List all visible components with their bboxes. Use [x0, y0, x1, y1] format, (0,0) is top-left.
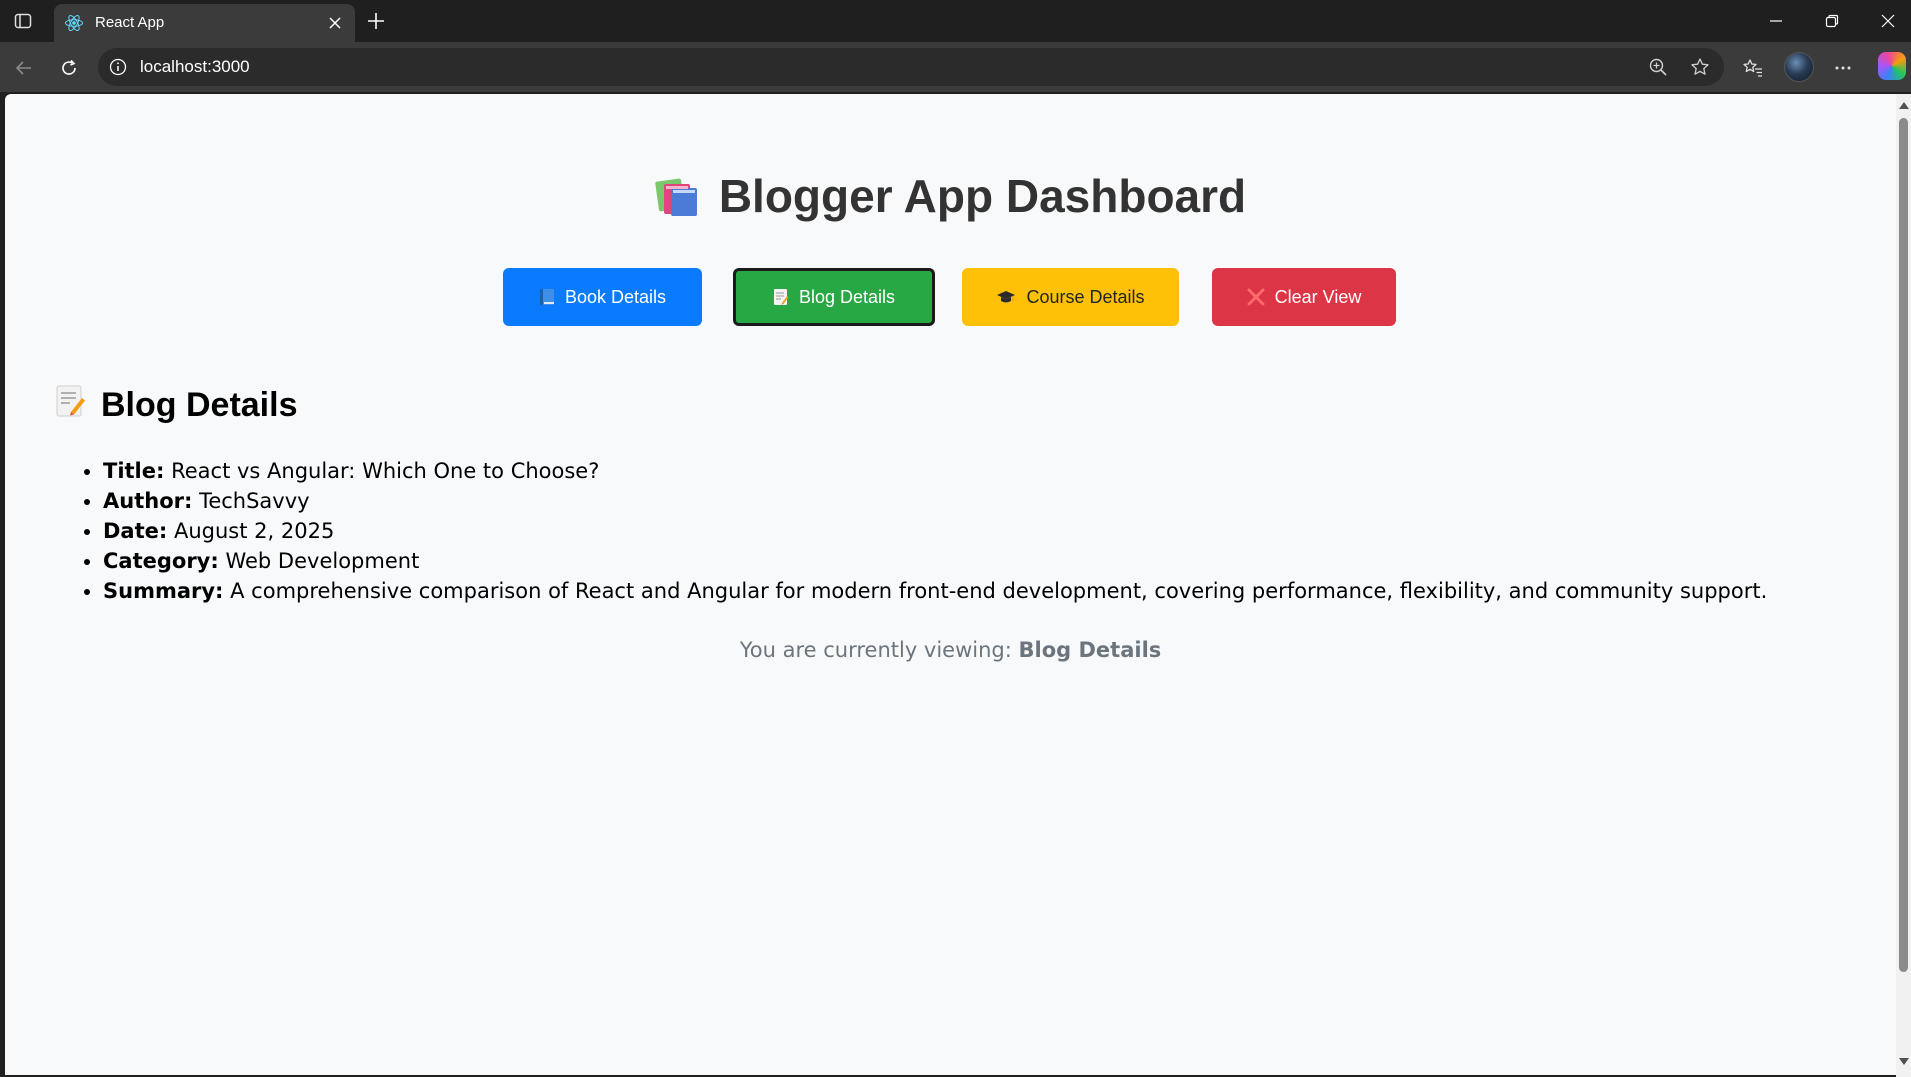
- close-window-icon[interactable]: [1864, 6, 1911, 36]
- react-logo-icon: [64, 13, 84, 33]
- clear-view-button[interactable]: Clear View: [1212, 268, 1396, 326]
- detail-label: Category:: [103, 549, 219, 573]
- memo-icon: [773, 288, 789, 306]
- detail-value: TechSavvy: [199, 489, 310, 513]
- detail-label: Summary:: [103, 579, 224, 603]
- sidebar-toggle-icon[interactable]: [12, 10, 34, 32]
- detail-value: React vs Angular: Which One to Choose?: [171, 459, 600, 483]
- copilot-icon[interactable]: [1878, 52, 1906, 80]
- books-icon: [655, 174, 701, 218]
- reload-icon[interactable]: [53, 52, 85, 84]
- list-item: Title: React vs Angular: Which One to Ch…: [103, 456, 1767, 486]
- detail-label: Title:: [103, 459, 165, 483]
- tab-title: React App: [95, 14, 165, 31]
- cross-mark-icon: [1247, 288, 1265, 306]
- detail-value: A comprehensive comparison of React and …: [230, 579, 1768, 603]
- list-item: Summary: A comprehensive comparison of R…: [103, 576, 1767, 606]
- favorites-icon[interactable]: [1737, 52, 1769, 84]
- browser-tab[interactable]: React App: [54, 4, 355, 42]
- address-bar[interactable]: localhost:3000: [98, 48, 1724, 86]
- page-title-text: Blogger App Dashboard: [718, 170, 1247, 222]
- graduation-cap-icon: [996, 289, 1016, 305]
- section-title: Blog Details: [55, 384, 297, 427]
- page-viewport: Blogger App Dashboard Book Details Blog …: [5, 94, 1896, 1075]
- blog-details-button[interactable]: Blog Details: [733, 268, 935, 326]
- viewing-value: Blog Details: [1018, 638, 1162, 662]
- restore-window-icon[interactable]: [1808, 6, 1856, 36]
- list-item: Category: Web Development: [103, 546, 1767, 576]
- detail-label: Author:: [103, 489, 193, 513]
- url-text: localhost:3000: [140, 57, 250, 76]
- favorite-star-icon[interactable]: [1688, 55, 1712, 79]
- scroll-down-arrow-icon[interactable]: [1899, 1058, 1909, 1065]
- back-icon[interactable]: [8, 52, 40, 84]
- course-details-label: Course Details: [1026, 286, 1145, 307]
- site-info-icon[interactable]: [108, 57, 128, 77]
- book-details-label: Book Details: [564, 286, 667, 307]
- close-tab-icon[interactable]: [325, 13, 345, 33]
- section-title-text: Blog Details: [101, 386, 298, 424]
- new-tab-icon[interactable]: [364, 9, 388, 33]
- detail-value: August 2, 2025: [173, 519, 335, 543]
- blog-details-label: Blog Details: [798, 286, 896, 307]
- zoom-icon[interactable]: [1646, 55, 1670, 79]
- page-title: Blogger App Dashboard: [5, 169, 1896, 223]
- blue-book-icon: [539, 288, 555, 306]
- viewing-prefix: You are currently viewing:: [739, 638, 1012, 662]
- memo-icon: [55, 384, 87, 427]
- minimize-window-icon[interactable]: [1752, 6, 1800, 36]
- current-view-status: You are currently viewing: Blog Details: [5, 638, 1896, 662]
- book-details-button[interactable]: Book Details: [503, 268, 702, 326]
- scroll-up-arrow-icon[interactable]: [1899, 102, 1909, 109]
- detail-value: Web Development: [225, 549, 420, 573]
- browser-toolbar: localhost:3000: [0, 42, 1911, 92]
- course-details-button[interactable]: Course Details: [962, 268, 1179, 326]
- page-scrollbar[interactable]: [1896, 94, 1911, 1077]
- browser-tab-bar: React App: [0, 0, 1911, 42]
- detail-label: Date:: [103, 519, 168, 543]
- scrollbar-thumb[interactable]: [1899, 118, 1908, 972]
- blog-details-list: Title: React vs Angular: Which One to Ch…: [103, 456, 1767, 606]
- list-item: Author: TechSavvy: [103, 486, 1767, 516]
- clear-view-label: Clear View: [1274, 286, 1362, 307]
- list-item: Date: August 2, 2025: [103, 516, 1767, 546]
- profile-avatar[interactable]: [1784, 52, 1814, 82]
- more-options-icon[interactable]: [1827, 52, 1859, 84]
